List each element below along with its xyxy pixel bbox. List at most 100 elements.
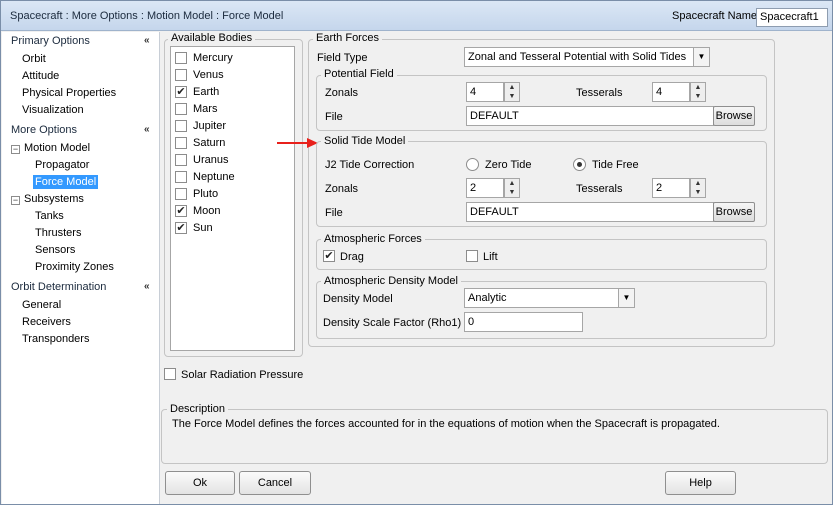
st-tesserals-input[interactable]: 2 (652, 178, 690, 198)
body-checkbox-moon[interactable]: ✔ (175, 205, 187, 217)
field-type-value: Zonal and Tesseral Potential with Solid … (468, 51, 687, 63)
sidebar-item-orbit[interactable]: Orbit (22, 53, 46, 65)
body-label: Mercury (193, 52, 233, 64)
atmospheric-density-label: Atmospheric Density Model (321, 275, 461, 287)
body-checkbox-uranus[interactable] (175, 154, 187, 166)
sidebar-item-force-model[interactable]: Force Model (33, 175, 99, 189)
potential-field-label: Potential Field (321, 68, 397, 80)
available-bodies-list: Mercury Venus ✔ Earth Mars Jupiter Saturn Uranu… (170, 46, 295, 351)
body-checkbox-earth[interactable]: ✔ (175, 86, 187, 98)
tide-free-radio[interactable] (573, 158, 586, 171)
body-checkbox-pluto[interactable] (175, 188, 187, 200)
sidebar-header-orbit-determination[interactable]: Orbit Determination (11, 281, 106, 293)
tree-collapse-subsystems-icon[interactable]: − (11, 196, 20, 205)
body-checkbox-sun[interactable]: ✔ (175, 222, 187, 234)
st-zonals-spinner[interactable]: ▲ ▼ (504, 178, 520, 198)
zero-tide-radio[interactable] (466, 158, 479, 171)
body-label: Pluto (193, 188, 219, 200)
ok-button[interactable]: Ok (165, 471, 235, 495)
zero-tide-label: Zero Tide (485, 159, 532, 171)
body-label: Uranus (193, 154, 229, 166)
help-button[interactable]: Help (665, 471, 736, 495)
body-label: Saturn (193, 137, 226, 149)
sidebar-item-sensors[interactable]: Sensors (35, 244, 75, 256)
sidebar-header-primary-options[interactable]: Primary Options (11, 35, 90, 47)
sidebar-item-propagator[interactable]: Propagator (35, 159, 89, 171)
sidebar-header-more-options[interactable]: More Options (11, 124, 77, 136)
options-sidebar: Primary Options « Orbit Attitude Physica… (2, 32, 160, 504)
sidebar-item-proximity-zones[interactable]: Proximity Zones (35, 261, 114, 273)
body-checkbox-saturn[interactable] (175, 137, 187, 149)
sidebar-item-motion-model[interactable]: Motion Model (24, 142, 90, 154)
st-browse-button[interactable]: Browse (713, 202, 755, 222)
body-checkbox-jupiter[interactable] (175, 120, 187, 132)
spacecraft-name-label: Spacecraft Name (672, 10, 757, 22)
collapse-more-icon[interactable]: « (144, 124, 150, 135)
collapse-primary-icon[interactable]: « (144, 35, 150, 46)
available-bodies-label: Available Bodies (168, 32, 256, 44)
title-bar: Spacecraft : More Options : Motion Model… (1, 1, 832, 31)
body-label: Jupiter (193, 120, 227, 132)
density-model-value: Analytic (468, 292, 507, 304)
density-scale-factor-label: Density Scale Factor (Rho1) (323, 317, 462, 329)
sidebar-item-transponders[interactable]: Transponders (22, 333, 89, 345)
cancel-button[interactable]: Cancel (239, 471, 311, 495)
st-tesserals-spinner[interactable]: ▲ ▼ (690, 178, 706, 198)
tree-collapse-motion-icon[interactable]: − (11, 145, 20, 154)
j2-tide-correction-label: J2 Tide Correction (325, 159, 415, 171)
force-model-window: Spacecraft : More Options : Motion Model… (0, 0, 833, 505)
sidebar-item-attitude[interactable]: Attitude (22, 70, 59, 82)
density-model-label: Density Model (323, 293, 393, 305)
sidebar-item-physical-properties[interactable]: Physical Properties (22, 87, 116, 99)
solar-radiation-checkbox[interactable] (164, 368, 176, 380)
drag-label: Drag (340, 251, 364, 263)
pf-file-input[interactable]: DEFAULT (466, 106, 714, 126)
lift-label: Lift (483, 251, 498, 263)
st-zonals-input[interactable]: 2 (466, 178, 504, 198)
density-model-select[interactable]: Analytic ▼ (464, 288, 635, 308)
body-checkbox-neptune[interactable] (175, 171, 187, 183)
collapse-orbit-determination-icon[interactable]: « (144, 281, 150, 292)
st-file-label: File (325, 207, 343, 219)
sidebar-item-receivers[interactable]: Receivers (22, 316, 71, 328)
body-checkbox-mars[interactable] (175, 103, 187, 115)
body-label: Earth (193, 86, 220, 98)
solid-tide-model-label: Solid Tide Model (321, 135, 409, 147)
pf-tesserals-input[interactable]: 4 (652, 82, 690, 102)
body-label: Neptune (193, 171, 235, 183)
spacecraft-name-input[interactable]: Spacecraft1 (756, 8, 828, 27)
body-label: Venus (193, 69, 224, 81)
description-label: Description (167, 403, 229, 415)
pf-file-label: File (325, 111, 343, 123)
density-scale-factor-input[interactable]: 0 (464, 312, 583, 332)
field-type-select[interactable]: Zonal and Tesseral Potential with Solid … (464, 47, 710, 67)
chevron-down-icon[interactable]: ▼ (693, 48, 709, 66)
body-checkbox-venus[interactable] (175, 69, 187, 81)
chevron-down-icon[interactable]: ▼ (618, 289, 634, 307)
pf-tesserals-label: Tesserals (576, 87, 623, 99)
body-checkbox-mercury[interactable] (175, 52, 187, 64)
solar-radiation-label: Solar Radiation Pressure (181, 369, 304, 381)
pf-tesserals-spinner[interactable]: ▲ ▼ (690, 82, 706, 102)
pf-zonals-input[interactable]: 4 (466, 82, 504, 102)
sidebar-item-general[interactable]: General (22, 299, 61, 311)
drag-checkbox[interactable]: ✔ (323, 250, 335, 262)
field-type-label: Field Type (317, 52, 368, 64)
body-label: Sun (193, 222, 213, 234)
earth-forces-label: Earth Forces (313, 32, 382, 44)
sidebar-item-thrusters[interactable]: Thrusters (35, 227, 81, 239)
window-title: Spacecraft : More Options : Motion Model… (10, 10, 284, 22)
body-label: Mars (193, 103, 218, 115)
body-label: Moon (193, 205, 221, 217)
st-tesserals-label: Tesserals (576, 183, 623, 195)
pf-browse-button[interactable]: Browse (713, 106, 755, 126)
sidebar-item-visualization[interactable]: Visualization (22, 104, 84, 116)
description-text: The Force Model defines the forces accou… (172, 418, 720, 430)
sidebar-item-subsystems[interactable]: Subsystems (24, 193, 84, 205)
tide-free-label: Tide Free (592, 159, 639, 171)
pf-zonals-spinner[interactable]: ▲ ▼ (504, 82, 520, 102)
st-file-input[interactable]: DEFAULT (466, 202, 714, 222)
pf-zonals-label: Zonals (325, 87, 359, 99)
lift-checkbox[interactable] (466, 250, 478, 262)
sidebar-item-tanks[interactable]: Tanks (35, 210, 64, 222)
